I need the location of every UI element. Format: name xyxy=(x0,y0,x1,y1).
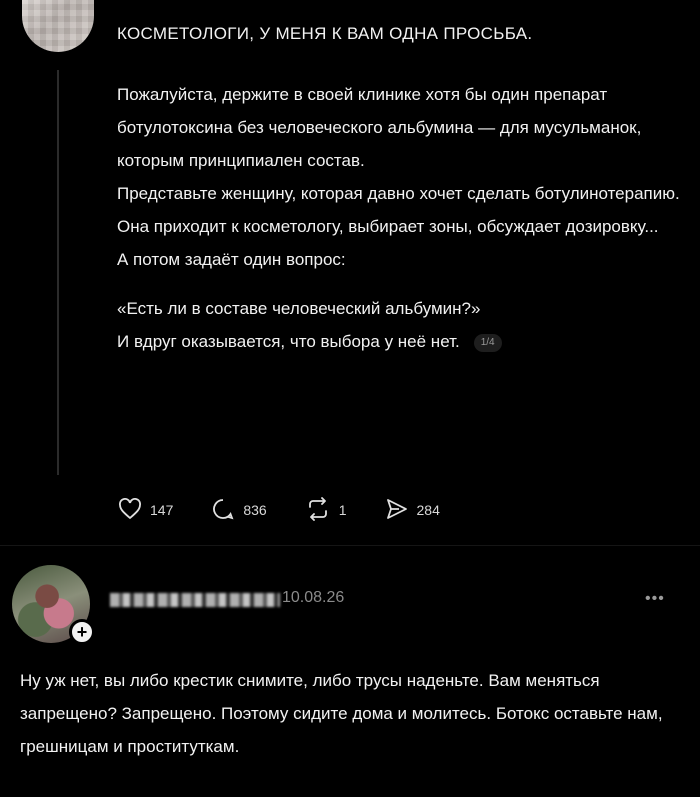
repost-count: 1 xyxy=(338,502,347,518)
thread-line xyxy=(57,70,59,475)
like-button[interactable]: 147 xyxy=(118,497,174,523)
page-counter: 1/4 xyxy=(473,333,502,352)
post-paragraph: Представьте женщину, которая давно хочет… xyxy=(117,184,680,203)
post-actions: 147 836 1 284 xyxy=(118,495,478,525)
repost-icon xyxy=(305,496,339,524)
post-paragraph: Она приходит к косметологу, выбирает зон… xyxy=(117,217,659,236)
post-paragraph: А потом задаёт один вопрос: xyxy=(117,250,346,269)
post-title: КОСМЕТОЛОГИ, У МЕНЯ К ВАМ ОДНА ПРОСЬБА. xyxy=(117,24,533,43)
blurred-username[interactable] xyxy=(110,593,280,607)
reply-text: Ну уж нет, вы либо крестик снимите, либо… xyxy=(20,671,663,756)
post-last-line-text: И вдруг оказывается, что выбора у неё не… xyxy=(117,332,460,351)
like-count: 147 xyxy=(150,502,174,518)
post-quote: «Есть ли в составе человеческий альбумин… xyxy=(117,299,481,318)
comment-count: 836 xyxy=(243,502,267,518)
share-button[interactable]: 284 xyxy=(385,497,440,524)
author-avatar[interactable] xyxy=(22,0,94,52)
heart-icon xyxy=(118,497,150,523)
post-last-line: И вдруг оказывается, что выбора у неё не… xyxy=(117,325,687,358)
repost-button[interactable]: 1 xyxy=(305,496,347,524)
comment-button[interactable]: 836 xyxy=(211,497,267,524)
post-paragraph: Пожалуйста, держите в своей клинике хотя… xyxy=(117,85,642,170)
divider xyxy=(0,545,700,546)
reply-date: 10.08.26 xyxy=(282,589,345,606)
more-options-button[interactable]: ••• xyxy=(645,590,665,608)
post-body: Пожалуйста, держите в своей клинике хотя… xyxy=(117,78,687,358)
share-icon xyxy=(385,497,417,524)
comment-icon xyxy=(211,497,243,524)
plus-icon[interactable]: + xyxy=(69,619,95,645)
share-count: 284 xyxy=(416,502,440,518)
